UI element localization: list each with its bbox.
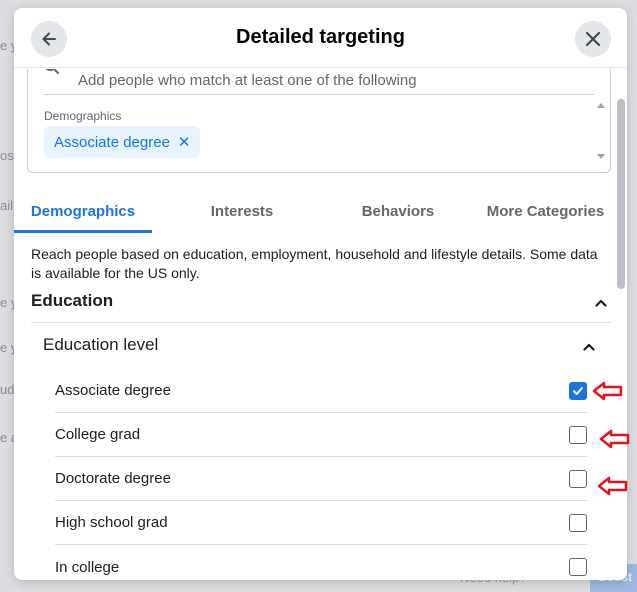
remove-chip-icon[interactable]: ✕ <box>178 133 191 151</box>
background-text: ail <box>0 198 14 213</box>
search-placeholder: Add people who match at least one of the… <box>78 72 417 89</box>
dialog-title: Detailed targeting <box>236 26 405 48</box>
background-text: ud <box>0 382 15 397</box>
targeting-search-field[interactable]: Add people who match at least one of the… <box>44 69 594 95</box>
selection-scrollbar[interactable] <box>596 99 606 163</box>
close-button[interactable] <box>575 21 611 57</box>
education-level-options: Associate degree College grad Doctorate … <box>55 369 587 580</box>
dialog-scrollbar[interactable] <box>617 99 625 289</box>
detailed-targeting-dialog: Detailed targeting Add people who match … <box>14 8 627 580</box>
subsection-title: Education level <box>43 335 159 354</box>
option-label: College grad <box>55 426 141 443</box>
scroll-down-icon[interactable] <box>597 154 605 159</box>
chip-label: Associate degree <box>54 133 170 151</box>
tab-demographics[interactable]: Demographics <box>14 181 152 233</box>
annotation-arrow-icon <box>599 429 630 449</box>
education-level-header[interactable]: Education level <box>43 335 599 369</box>
search-icon <box>45 69 59 74</box>
selected-chip: Associate degree ✕ <box>44 126 201 158</box>
option-checkbox[interactable] <box>569 558 587 576</box>
option-checkbox[interactable] <box>569 513 587 532</box>
option-row[interactable]: High school grad <box>55 501 587 545</box>
background-text: os <box>0 148 14 163</box>
option-row[interactable]: Doctorate degree <box>55 457 587 501</box>
tab-more-categories[interactable]: More Categories <box>464 181 627 233</box>
chevron-up-icon <box>595 299 607 307</box>
option-label: Associate degree <box>55 382 171 399</box>
option-label: High school grad <box>55 514 168 531</box>
option-checkbox[interactable] <box>569 381 587 400</box>
option-row[interactable]: Associate degree <box>55 369 587 413</box>
tab-description: Reach people based on education, employm… <box>31 246 598 281</box>
scroll-up-icon[interactable] <box>597 103 605 108</box>
dialog-scroll-area[interactable]: Add people who match at least one of the… <box>14 69 627 580</box>
annotation-arrow-icon <box>592 381 623 401</box>
chevron-up-icon <box>583 343 595 351</box>
checkmark-icon <box>573 386 583 395</box>
tab-behaviors[interactable]: Behaviors <box>332 181 464 233</box>
selected-targeting-box: Add people who match at least one of the… <box>27 69 611 173</box>
section-title: Education <box>31 291 114 310</box>
dialog-header: Detailed targeting <box>14 8 627 68</box>
annotation-arrow-icon <box>597 476 628 496</box>
option-label: In college <box>55 558 120 576</box>
close-icon <box>585 31 601 47</box>
option-checkbox[interactable] <box>569 425 587 444</box>
tab-interests[interactable]: Interests <box>152 181 332 233</box>
option-row[interactable]: In college <box>55 545 587 580</box>
option-label: Doctorate degree <box>55 470 171 487</box>
option-checkbox[interactable] <box>569 469 587 488</box>
selected-group-label: Demographics <box>44 109 122 123</box>
category-tabs: Demographics Interests Behaviors More Ca… <box>14 181 627 233</box>
option-row[interactable]: College grad <box>55 413 587 457</box>
education-section-header[interactable]: Education <box>31 291 611 323</box>
